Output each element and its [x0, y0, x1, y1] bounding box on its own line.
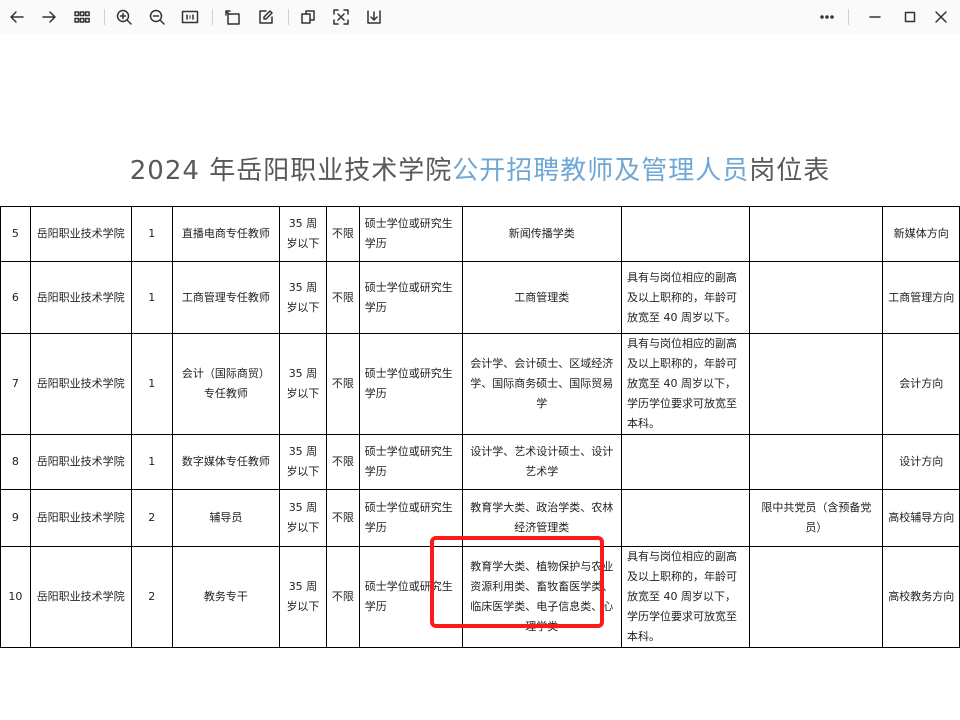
- zoom-in-icon[interactable]: [111, 4, 137, 30]
- education-requirement: 硕士学位或研究生学历: [358, 434, 463, 490]
- forward-arrow-icon[interactable]: [36, 4, 62, 30]
- row-number: 5: [0, 206, 31, 262]
- other-requirement: 具有与岗位相应的副高及以上职称的，年龄可放宽至 40 周岁以下。: [620, 261, 751, 334]
- age-requirement: 35 周岁以下: [278, 546, 328, 648]
- actual-size-icon[interactable]: [177, 4, 203, 30]
- political-requirement: [749, 261, 884, 334]
- gender-requirement: 不限: [326, 434, 360, 490]
- education-requirement: 硕士学位或研究生学历: [358, 546, 463, 648]
- major-requirement: 工商管理类: [461, 261, 622, 334]
- other-requirement: 具有与岗位相应的副高及以上职称的，年龄可放宽至 40 周岁以下，学历学位要求可放…: [620, 333, 751, 435]
- ocr-scan-icon[interactable]: [328, 4, 354, 30]
- table-row: 7 岳阳职业技术学院 1 会计（国际商贸）专任教师 35 周岁以下 不限 硕士学…: [0, 333, 960, 435]
- save-download-icon[interactable]: [361, 4, 387, 30]
- research-direction: 工商管理方向: [882, 261, 960, 334]
- age-requirement: 35 周岁以下: [278, 206, 328, 262]
- table-row: 8 岳阳职业技术学院 1 数字媒体专任教师 35 周岁以下 不限 硕士学位或研究…: [0, 434, 960, 490]
- row-number: 7: [0, 333, 31, 435]
- position-name: 直播电商专任教师: [171, 206, 280, 262]
- other-requirement: [620, 434, 751, 490]
- toolbar-divider: [288, 9, 289, 25]
- age-requirement: 35 周岁以下: [278, 489, 328, 547]
- table-row: 6 岳阳职业技术学院 1 工商管理专任教师 35 周岁以下 不限 硕士学位或研究…: [0, 261, 960, 334]
- back-arrow-icon[interactable]: [4, 4, 30, 30]
- gender-requirement: 不限: [326, 206, 360, 262]
- viewer-toolbar: [0, 0, 960, 34]
- hire-count: 1: [130, 434, 173, 490]
- unit-name: 岳阳职业技术学院: [29, 546, 132, 648]
- positions-table: 5 岳阳职业技术学院 1 直播电商专任教师 35 周岁以下 不限 硕士学位或研究…: [0, 206, 960, 648]
- row-number: 8: [0, 434, 31, 490]
- row-number: 6: [0, 261, 31, 334]
- education-requirement: 硕士学位或研究生学历: [358, 206, 463, 262]
- position-name: 数字媒体专任教师: [171, 434, 280, 490]
- position-name: 辅导员: [171, 489, 280, 547]
- political-requirement: 限中共党员（含预备党员）: [749, 489, 884, 547]
- unit-name: 岳阳职业技术学院: [29, 333, 132, 435]
- research-direction: 设计方向: [882, 434, 960, 490]
- hire-count: 1: [130, 206, 173, 262]
- title-part-1: 2024 年岳阳职业技术学院: [129, 156, 453, 186]
- unit-name: 岳阳职业技术学院: [29, 434, 132, 490]
- political-requirement: [749, 434, 884, 490]
- table-row: 5 岳阳职业技术学院 1 直播电商专任教师 35 周岁以下 不限 硕士学位或研究…: [0, 206, 960, 262]
- major-requirement: 教育学大类、政治学类、农林经济管理类: [461, 489, 622, 547]
- political-requirement: [749, 206, 884, 262]
- research-direction: 新媒体方向: [882, 206, 960, 262]
- unit-name: 岳阳职业技术学院: [29, 489, 132, 547]
- education-requirement: 硕士学位或研究生学历: [358, 489, 463, 547]
- hire-count: 2: [130, 546, 173, 648]
- major-requirement: 教育学大类、植物保护与农业资源利用类、畜牧畜医学类、临床医学类、电子信息类、心理…: [461, 546, 622, 648]
- title-part-3: 岗位表: [749, 156, 831, 186]
- toolbar-divider: [212, 9, 213, 25]
- toolbar-divider: [104, 9, 105, 25]
- hire-count: 1: [130, 333, 173, 435]
- zoom-out-icon[interactable]: [144, 4, 170, 30]
- age-requirement: 35 周岁以下: [278, 333, 328, 435]
- age-requirement: 35 周岁以下: [278, 434, 328, 490]
- toolbar-divider: [848, 9, 849, 25]
- research-direction: 高校教务方向: [882, 546, 960, 648]
- rotate-icon[interactable]: [220, 4, 246, 30]
- table-row: 9 岳阳职业技术学院 2 辅导员 35 周岁以下 不限 硕士学位或研究生学历 教…: [0, 489, 960, 547]
- position-name: 会计（国际商贸）专任教师: [171, 333, 280, 435]
- hire-count: 2: [130, 489, 173, 547]
- minimize-icon[interactable]: [862, 4, 888, 30]
- major-requirement: 设计学、艺术设计硕士、设计艺术学: [461, 434, 622, 490]
- major-requirement: 新闻传播学类: [461, 206, 622, 262]
- research-direction: 高校辅导方向: [882, 489, 960, 547]
- edit-icon[interactable]: [253, 4, 279, 30]
- more-options-icon[interactable]: [814, 4, 840, 30]
- gender-requirement: 不限: [326, 546, 360, 648]
- position-name: 教务专干: [171, 546, 280, 648]
- age-requirement: 35 周岁以下: [278, 261, 328, 334]
- education-requirement: 硕士学位或研究生学历: [358, 333, 463, 435]
- position-name: 工商管理专任教师: [171, 261, 280, 334]
- document-title: 2024 年岳阳职业技术学院公开招聘教师及管理人员岗位表: [0, 150, 960, 187]
- unit-name: 岳阳职业技术学院: [29, 206, 132, 262]
- copy-icon[interactable]: [295, 4, 321, 30]
- unit-name: 岳阳职业技术学院: [29, 261, 132, 334]
- other-requirement: [620, 206, 751, 262]
- major-requirement: 会计学、会计硕士、区域经济学、国际商务硕士、国际贸易学: [461, 333, 622, 435]
- other-requirement: [620, 489, 751, 547]
- hire-count: 1: [130, 261, 173, 334]
- political-requirement: [749, 333, 884, 435]
- political-requirement: [749, 546, 884, 648]
- gender-requirement: 不限: [326, 333, 360, 435]
- title-part-2: 公开招聘教师及管理人员: [452, 156, 750, 186]
- gender-requirement: 不限: [326, 261, 360, 334]
- education-requirement: 硕士学位或研究生学历: [358, 261, 463, 334]
- maximize-icon[interactable]: [897, 4, 923, 30]
- row-number: 10: [0, 546, 31, 648]
- research-direction: 会计方向: [882, 333, 960, 435]
- gender-requirement: 不限: [326, 489, 360, 547]
- table-row: 10 岳阳职业技术学院 2 教务专干 35 周岁以下 不限 硕士学位或研究生学历…: [0, 546, 960, 648]
- other-requirement: 具有与岗位相应的副高及以上职称的，年龄可放宽至 40 周岁以下，学历学位要求可放…: [620, 546, 751, 648]
- thumbnails-grid-icon[interactable]: [69, 4, 95, 30]
- row-number: 9: [0, 489, 31, 547]
- close-icon[interactable]: [928, 4, 954, 30]
